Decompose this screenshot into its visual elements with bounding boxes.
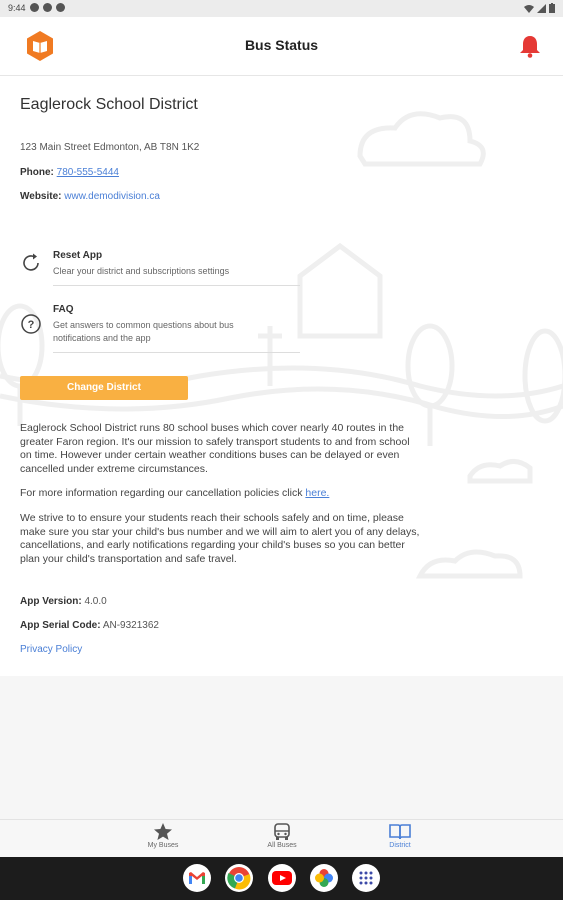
app-bar: Bus Status bbox=[0, 17, 563, 76]
nav-label: My Buses bbox=[147, 842, 179, 849]
battery-icon bbox=[549, 3, 555, 13]
star-icon bbox=[154, 823, 172, 840]
privacy-policy-link[interactable]: Privacy Policy bbox=[20, 644, 82, 655]
nav-item-district[interactable]: District bbox=[350, 823, 450, 849]
divider bbox=[53, 352, 300, 353]
system-dock bbox=[0, 857, 563, 900]
youtube-app-icon[interactable] bbox=[268, 864, 296, 892]
nav-label: District bbox=[389, 842, 411, 849]
bottom-nav: My Buses All Buses District bbox=[0, 819, 563, 858]
app-version-label: App Version: bbox=[20, 596, 82, 607]
menu-item-faq[interactable]: ? FAQ Get answers to common questions ab… bbox=[20, 304, 300, 354]
status-bar: 9:44 bbox=[0, 0, 563, 17]
bell-icon[interactable] bbox=[519, 34, 541, 58]
svg-text:?: ? bbox=[28, 319, 35, 331]
phone-label: Phone: bbox=[20, 167, 54, 178]
apps-grid-icon[interactable] bbox=[352, 864, 380, 892]
nav-label: All Buses bbox=[267, 842, 297, 849]
notification-icon bbox=[30, 3, 39, 12]
website-link[interactable]: www.demodivision.ca bbox=[64, 191, 160, 202]
question-icon: ? bbox=[21, 314, 41, 334]
app-version-value: 4.0.0 bbox=[84, 596, 107, 607]
cancellation-here-link[interactable]: here. bbox=[305, 487, 329, 499]
notification-paragraph: We strive to to ensure your students rea… bbox=[20, 512, 420, 565]
refresh-icon bbox=[23, 253, 39, 271]
app-serial-row: App Serial Code: AN-9321362 bbox=[20, 620, 159, 631]
phone-link[interactable]: 780-555-5444 bbox=[57, 167, 119, 178]
gmail-app-icon[interactable] bbox=[183, 864, 211, 892]
website-row: Website: www.demodivision.ca bbox=[20, 191, 160, 202]
photos-app-icon[interactable] bbox=[310, 864, 338, 892]
menu-item-title: Reset App bbox=[53, 250, 103, 261]
app-serial-value: AN-9321362 bbox=[102, 620, 159, 631]
nav-item-all-buses[interactable]: All Buses bbox=[232, 823, 332, 849]
district-content: Eaglerock School District 123 Main Stree… bbox=[0, 76, 563, 676]
menu-item-title: FAQ bbox=[53, 304, 74, 315]
signal-icon bbox=[537, 3, 546, 13]
notification-icon bbox=[56, 3, 65, 12]
app-serial-label: App Serial Code: bbox=[20, 620, 101, 631]
cancellation-paragraph: For more information regarding our cance… bbox=[20, 487, 420, 501]
description-paragraph: Eaglerock School District runs 80 school… bbox=[20, 422, 410, 475]
phone-row: Phone: 780-555-5444 bbox=[20, 167, 119, 178]
cancellation-text: For more information regarding our cance… bbox=[20, 487, 306, 499]
menu-item-reset-app[interactable]: Reset App Clear your district and subscr… bbox=[20, 250, 300, 286]
nav-item-my-buses[interactable]: My Buses bbox=[113, 823, 213, 849]
change-district-button[interactable]: Change District bbox=[20, 376, 188, 400]
menu-item-desc: Get answers to common questions about bu… bbox=[53, 320, 234, 343]
notification-icons bbox=[30, 3, 65, 12]
website-label: Website: bbox=[20, 191, 62, 202]
divider bbox=[53, 285, 300, 286]
wifi-icon bbox=[524, 4, 534, 13]
status-time: 9:44 bbox=[8, 3, 26, 13]
district-address: 123 Main Street Edmonton, AB T8N 1K2 bbox=[20, 142, 200, 153]
notification-icon bbox=[43, 3, 52, 12]
bus-icon bbox=[274, 823, 290, 840]
page-title: Bus Status bbox=[244, 37, 319, 53]
menu-item-desc: Clear your district and subscriptions se… bbox=[53, 266, 230, 276]
system-status-icons bbox=[524, 3, 555, 13]
app-version-row: App Version: 4.0.0 bbox=[20, 596, 107, 607]
chrome-app-icon[interactable] bbox=[225, 864, 253, 892]
book-icon bbox=[389, 824, 411, 840]
district-name: Eaglerock School District bbox=[20, 96, 198, 113]
